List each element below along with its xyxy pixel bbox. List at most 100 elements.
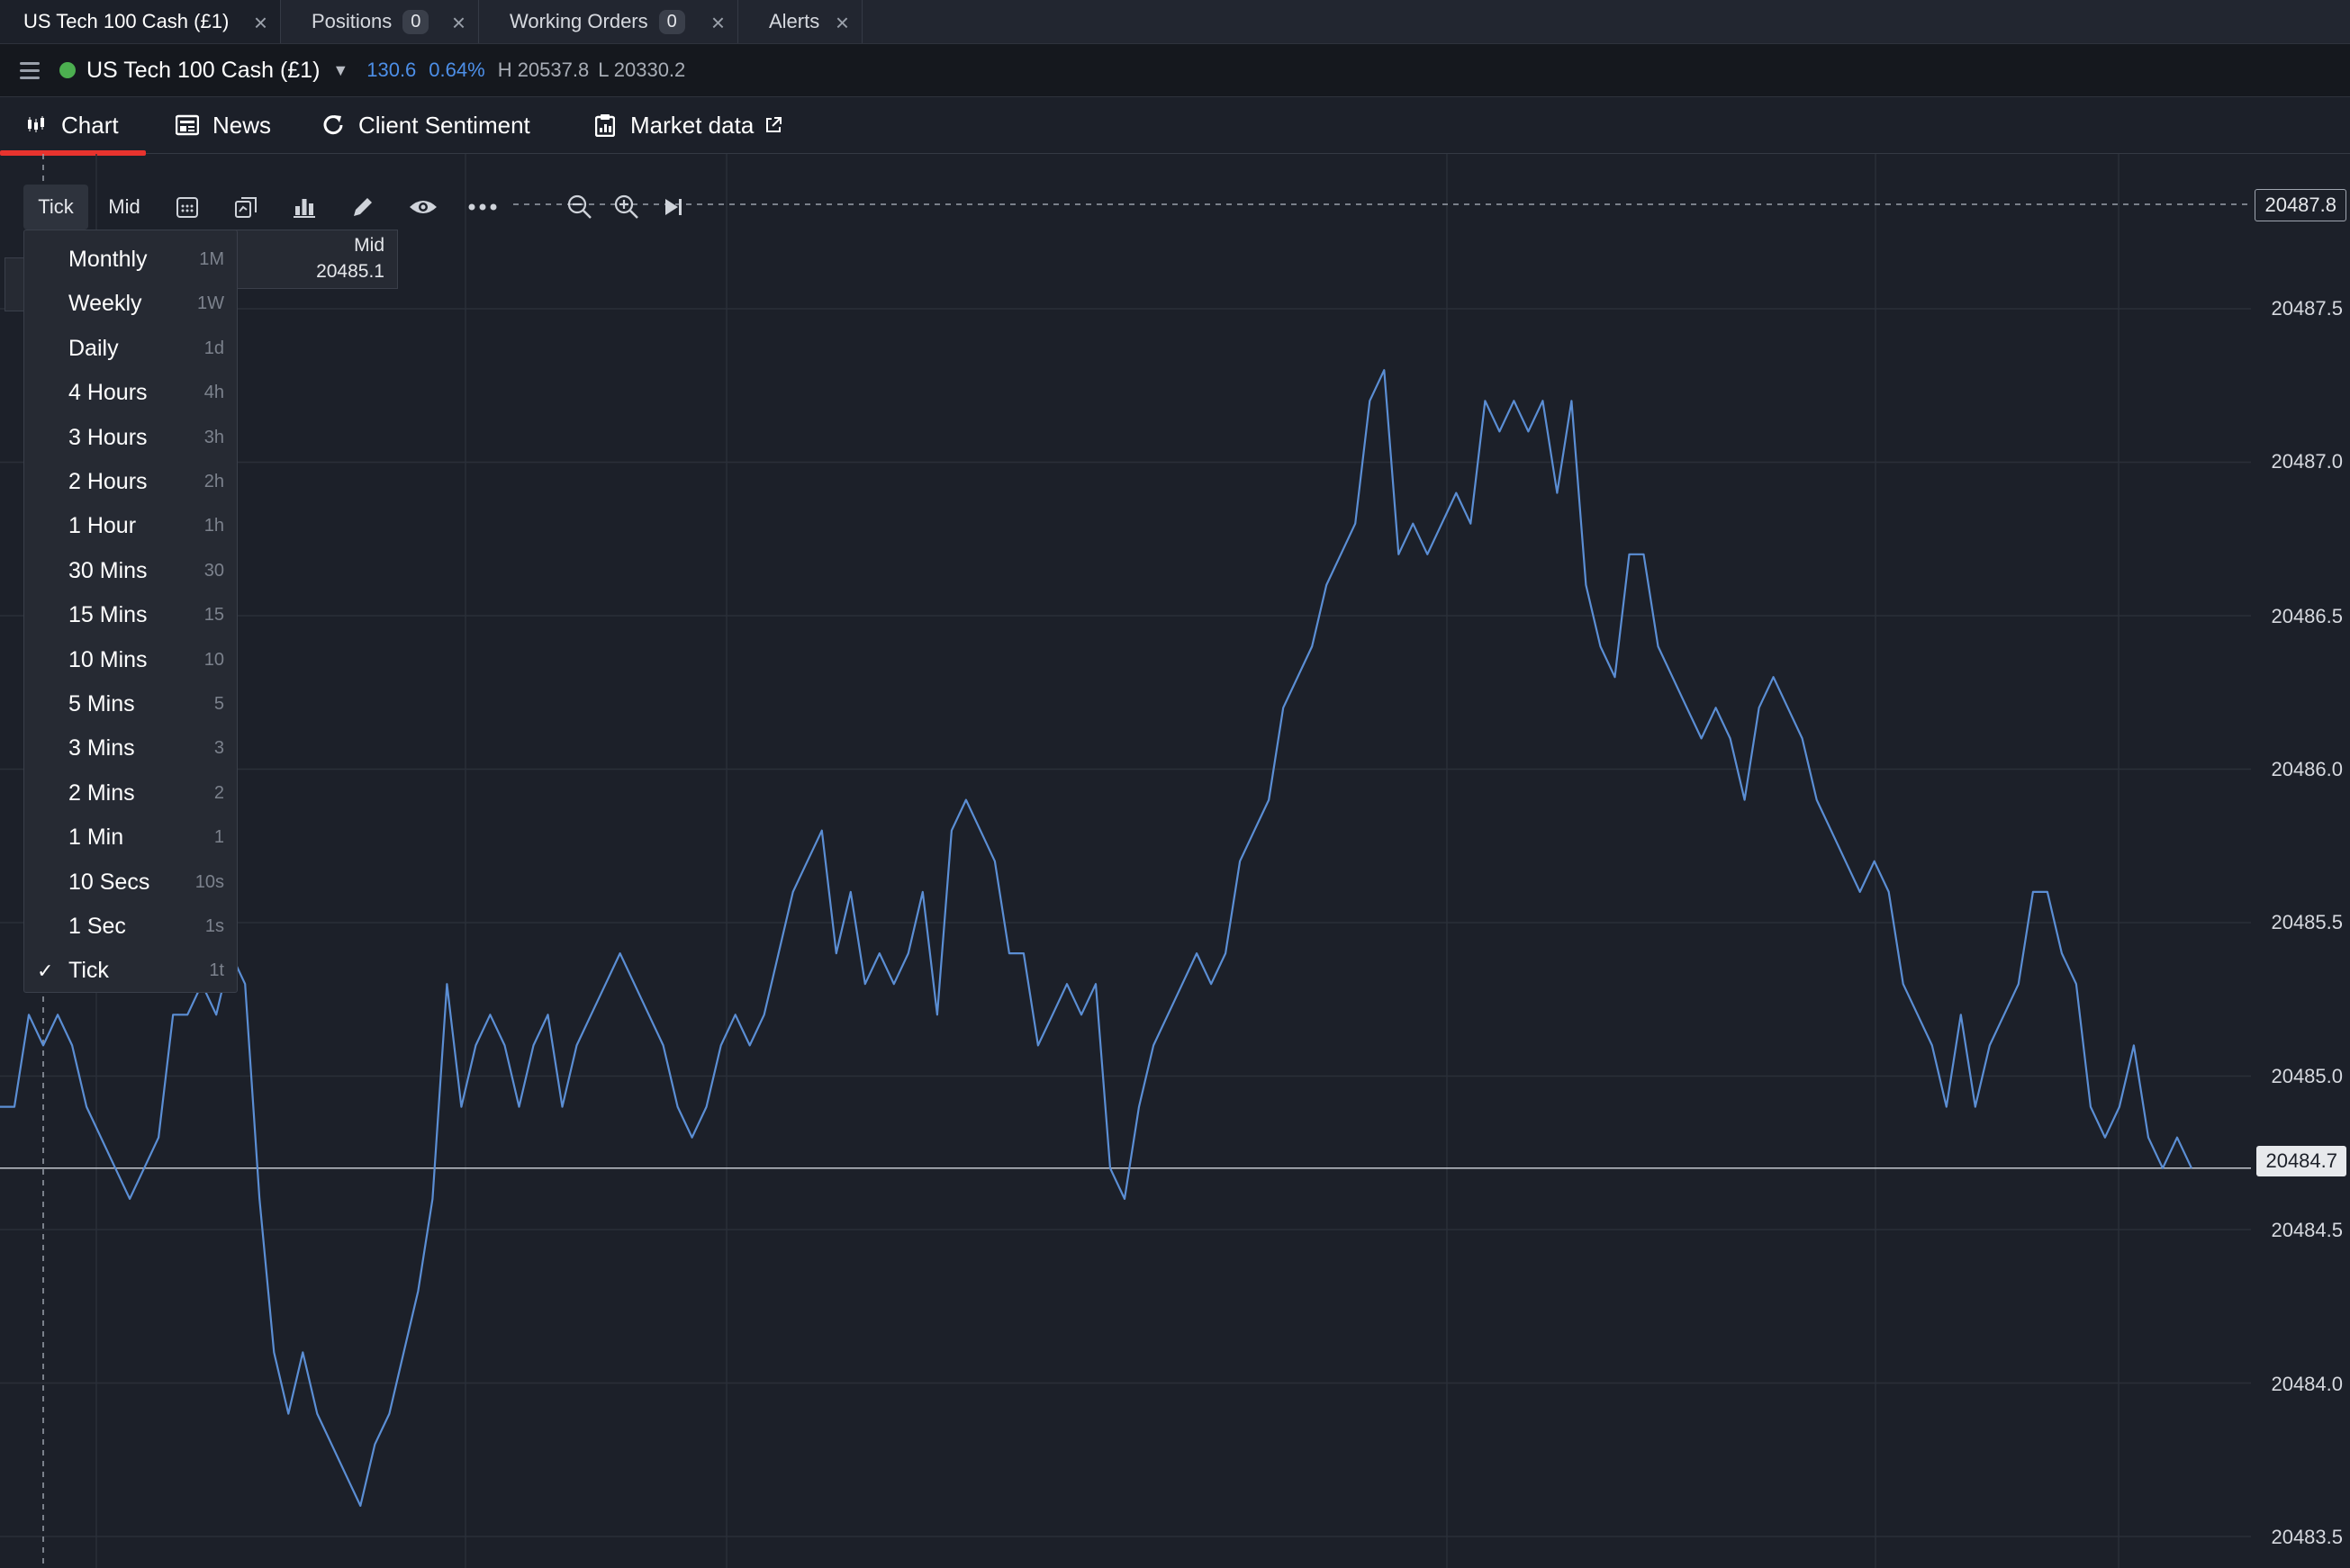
price-change-percent: 0.64% bbox=[429, 59, 485, 81]
tab-chart-label: Chart bbox=[61, 111, 119, 139]
interval-option-label: 1 Hour bbox=[68, 513, 137, 539]
interval-option[interactable]: 1 Hour 1h bbox=[24, 504, 237, 548]
interval-option-label: 4 Hours bbox=[68, 380, 148, 406]
interval-option-shortcut: 3h bbox=[203, 427, 224, 447]
interval-option[interactable]: Weekly 1W bbox=[24, 282, 237, 326]
interval-option-label: 30 Mins bbox=[68, 557, 148, 583]
interval-option-label: 3 Hours bbox=[68, 424, 148, 450]
clipboard-icon bbox=[592, 113, 618, 138]
market-info-bar: US Tech 100 Cash (£1) ▼ 130.6 0.64% H 20… bbox=[0, 44, 2350, 97]
day-low: L 20330.2 bbox=[598, 59, 686, 81]
interval-option-shortcut: 15 bbox=[203, 605, 224, 626]
price-axis-label: 20487.0 bbox=[2271, 450, 2343, 473]
chart-grid bbox=[0, 154, 2251, 1568]
interval-option-label: 10 Mins bbox=[68, 646, 148, 672]
close-icon[interactable]: × bbox=[254, 9, 267, 37]
interval-option-shortcut: 1s bbox=[204, 916, 224, 936]
market-status-dot-icon bbox=[59, 62, 76, 78]
eye-icon[interactable] bbox=[403, 185, 443, 230]
interval-option-label: 15 Mins bbox=[68, 602, 148, 628]
price-axis-label: 20485.5 bbox=[2271, 911, 2343, 933]
price-type-button[interactable]: Mid bbox=[97, 185, 151, 230]
section-tabs: Chart News Client Sentiment Market data bbox=[0, 97, 2350, 156]
tab-label: US Tech 100 Cash (£1) bbox=[23, 10, 230, 32]
interval-option-shortcut: 2 bbox=[213, 782, 224, 803]
close-icon[interactable]: × bbox=[711, 9, 725, 37]
price-axis-label: 20486.5 bbox=[2271, 605, 2343, 627]
interval-dropdown-menu: Monthly 1M Weekly 1W Daily 1d 4 Hours 4h 3 Hours… bbox=[23, 230, 238, 993]
interval-option[interactable]: 5 Mins 5 bbox=[24, 682, 237, 726]
price-axis-label: 20485.0 bbox=[2271, 1065, 2343, 1087]
interval-option[interactable]: 1 Min 1 bbox=[24, 816, 237, 860]
interval-option[interactable]: 4 Hours 4h bbox=[24, 371, 237, 415]
crosshair-price-label: 20487.8 bbox=[2255, 189, 2346, 221]
jump-to-latest-icon[interactable] bbox=[654, 185, 693, 230]
interval-option[interactable]: 30 Mins 30 bbox=[24, 549, 237, 593]
count-badge: 0 bbox=[658, 9, 685, 34]
interval-option[interactable]: 3 Mins 3 bbox=[24, 726, 237, 770]
interval-option-label: 1 Min bbox=[68, 825, 124, 851]
tab-working-orders[interactable]: Working Orders 0 × bbox=[486, 0, 738, 43]
price-line bbox=[0, 369, 2192, 1508]
price-series-line bbox=[0, 369, 2192, 1508]
interval-selector-button[interactable]: Tick bbox=[23, 185, 88, 230]
interval-option[interactable]: ✓ Tick 1t bbox=[24, 949, 237, 993]
tab-news[interactable]: News bbox=[175, 97, 271, 153]
interval-option-label: Monthly bbox=[68, 247, 148, 272]
price-axis-label: 20484.5 bbox=[2271, 1219, 2343, 1241]
zoom-out-icon[interactable] bbox=[560, 185, 600, 230]
interval-option-shortcut: 1t bbox=[209, 960, 224, 981]
tab-client-sentiment-label: Client Sentiment bbox=[358, 111, 530, 139]
interval-option[interactable]: Monthly 1M bbox=[24, 238, 237, 282]
interval-option-shortcut: 10 bbox=[203, 649, 224, 670]
close-icon[interactable]: × bbox=[836, 9, 849, 37]
interval-option-shortcut: 1d bbox=[203, 338, 224, 358]
market-title[interactable]: US Tech 100 Cash (£1) bbox=[86, 58, 320, 84]
price-axis-label: 20486.0 bbox=[2271, 758, 2343, 780]
interval-option-label: 2 Hours bbox=[68, 469, 148, 494]
interval-option-shortcut: 1 bbox=[213, 827, 224, 848]
tab-alerts[interactable]: Alerts × bbox=[746, 0, 863, 43]
tab-chart[interactable]: Chart bbox=[0, 97, 146, 156]
interval-option[interactable]: 15 Mins 15 bbox=[24, 593, 237, 637]
tab-news-label: News bbox=[212, 111, 272, 139]
interval-option-label: 10 Secs bbox=[68, 869, 150, 895]
compare-icon[interactable] bbox=[226, 185, 266, 230]
tooltip-label: Mid bbox=[354, 235, 384, 256]
tab-client-sentiment[interactable]: Client Sentiment bbox=[321, 97, 530, 153]
tab-market-data[interactable]: Market data bbox=[592, 97, 782, 153]
interval-option[interactable]: Daily 1d bbox=[24, 327, 237, 371]
more-options-icon[interactable] bbox=[463, 185, 502, 230]
pencil-draw-icon[interactable] bbox=[343, 185, 383, 230]
zoom-in-icon[interactable] bbox=[607, 185, 646, 230]
interval-option[interactable]: 2 Hours 2h bbox=[24, 460, 237, 504]
indicators-icon[interactable] bbox=[285, 185, 324, 230]
interval-option-label: Tick bbox=[68, 958, 109, 984]
calendar-icon[interactable] bbox=[167, 185, 207, 230]
close-icon[interactable]: × bbox=[452, 9, 465, 37]
tab-label: Positions bbox=[312, 10, 393, 32]
price-axis-label: 20483.5 bbox=[2271, 1526, 2343, 1548]
interval-option-shortcut: 5 bbox=[213, 694, 224, 714]
tab-positions[interactable]: Positions 0 × bbox=[288, 0, 479, 43]
interval-option[interactable]: 2 Mins 2 bbox=[24, 771, 237, 816]
interval-option-label: 1 Sec bbox=[68, 914, 126, 939]
interval-option[interactable]: 10 Mins 10 bbox=[24, 638, 237, 682]
tab-us-tech-100[interactable]: US Tech 100 Cash (£1) × bbox=[0, 0, 281, 43]
interval-option-shortcut: 3 bbox=[213, 738, 224, 759]
count-badge: 0 bbox=[402, 9, 429, 34]
interval-option[interactable]: 10 Secs 10s bbox=[24, 861, 237, 905]
interval-option-label: 5 Mins bbox=[68, 691, 135, 716]
price-axis-label: 20484.0 bbox=[2271, 1373, 2343, 1395]
interval-option-shortcut: 1W bbox=[197, 293, 224, 314]
refresh-circle-icon bbox=[321, 113, 346, 138]
hamburger-menu-icon[interactable] bbox=[20, 58, 40, 84]
interval-option[interactable]: 1 Sec 1s bbox=[24, 905, 237, 949]
interval-option-shortcut: 4h bbox=[203, 383, 224, 403]
tab-label: Working Orders bbox=[510, 10, 648, 32]
day-high: H 20537.8 bbox=[497, 59, 590, 81]
caret-down-icon[interactable]: ▼ bbox=[332, 61, 348, 80]
tooltip-value: 20485.1 bbox=[316, 261, 384, 282]
interval-option-shortcut: 1h bbox=[203, 516, 224, 536]
interval-option[interactable]: 3 Hours 3h bbox=[24, 416, 237, 460]
